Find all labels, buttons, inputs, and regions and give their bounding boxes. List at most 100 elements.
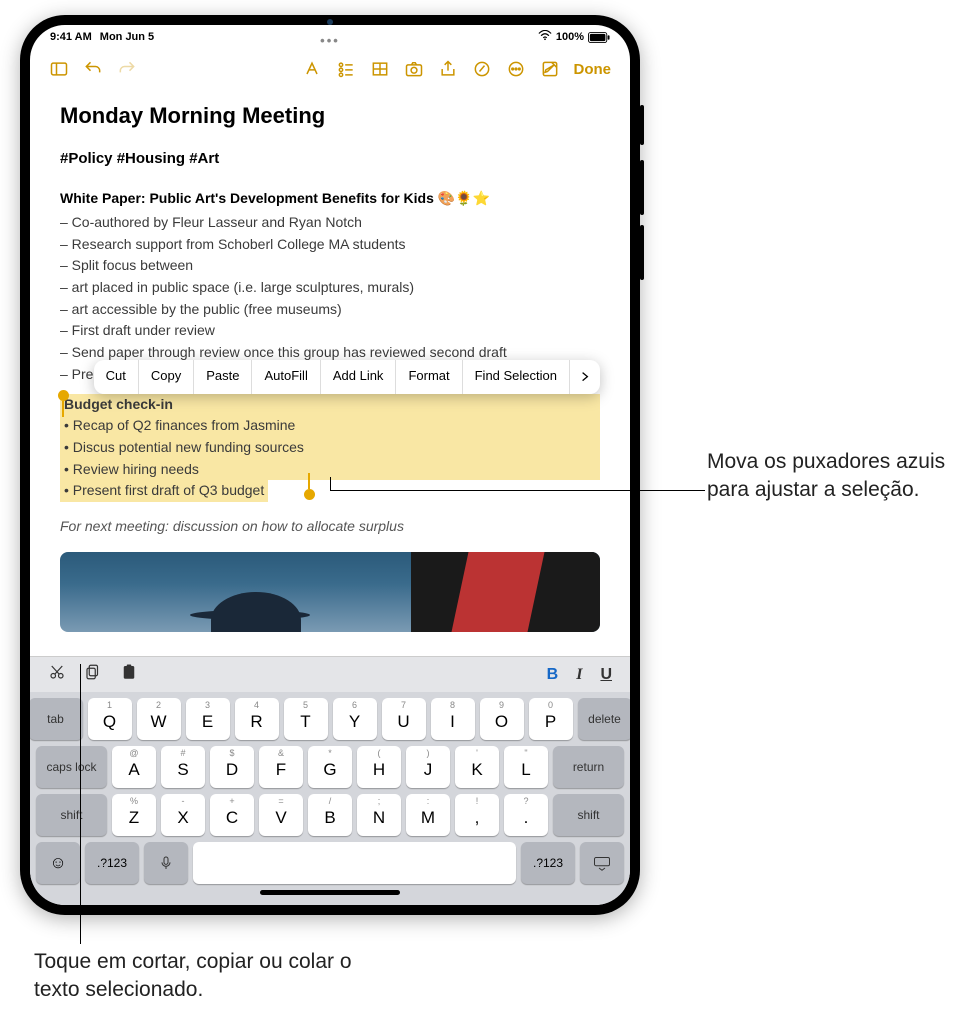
numeric-key[interactable]: .?123 — [85, 842, 139, 884]
status-date: Mon Jun 5 — [100, 31, 154, 43]
key-r[interactable]: 4R — [235, 698, 279, 740]
onscreen-keyboard: tab 1Q2W3E4R5T6Y7U8I9O0Pdelete caps lock… — [30, 692, 630, 905]
key-q[interactable]: 1Q — [88, 698, 132, 740]
multitask-dots-icon[interactable]: ••• — [320, 33, 340, 48]
underline-button[interactable]: U — [600, 666, 612, 684]
share-icon[interactable] — [434, 55, 462, 83]
dictation-key[interactable] — [144, 842, 188, 884]
space-key[interactable] — [193, 842, 516, 884]
key-p[interactable]: 0P — [529, 698, 573, 740]
key-d[interactable]: $D — [210, 746, 254, 788]
compose-icon[interactable] — [536, 55, 564, 83]
selected-bullet[interactable]: • Recap of Q2 finances from Jasmine — [60, 415, 600, 437]
format-menu-item[interactable]: Format — [396, 360, 462, 394]
selected-bullet[interactable]: • Present first draft of Q3 budget — [60, 480, 268, 502]
subhead-emoji: 🎨🌻⭐ — [438, 190, 490, 206]
key-h[interactable]: (H — [357, 746, 401, 788]
note-line[interactable]: – Split focus between — [60, 255, 600, 277]
key-z[interactable]: %Z — [112, 794, 156, 836]
note-title[interactable]: Monday Morning Meeting — [60, 99, 600, 133]
status-bar: 9:41 AM Mon Jun 5 ••• 100% — [30, 25, 630, 49]
key-u[interactable]: 7U — [382, 698, 426, 740]
done-button[interactable]: Done — [570, 61, 616, 78]
key-i[interactable]: 8I — [431, 698, 475, 740]
redo-icon[interactable] — [113, 55, 141, 83]
key-s[interactable]: #S — [161, 746, 205, 788]
numeric-key-right[interactable]: .?123 — [521, 842, 575, 884]
key-v[interactable]: =V — [259, 794, 303, 836]
note-line[interactable]: – First draft under review — [60, 320, 600, 342]
power-button[interactable] — [640, 105, 644, 145]
key-a[interactable]: @A — [112, 746, 156, 788]
selected-heading[interactable]: Budget check-in — [60, 394, 600, 416]
key-f[interactable]: &F — [259, 746, 303, 788]
key-n[interactable]: ;N — [357, 794, 401, 836]
key-k[interactable]: 'K — [455, 746, 499, 788]
capslock-key[interactable]: caps lock — [36, 746, 107, 788]
key-x[interactable]: -X — [161, 794, 205, 836]
shift-key[interactable]: shift — [36, 794, 107, 836]
note-line[interactable]: – art placed in public space (i.e. large… — [60, 277, 600, 299]
selection-end-handle[interactable] — [304, 489, 315, 500]
home-indicator[interactable] — [260, 890, 400, 895]
checklist-icon[interactable] — [332, 55, 360, 83]
key-y[interactable]: 6Y — [333, 698, 377, 740]
italic-button[interactable]: I — [576, 666, 582, 684]
edit-context-menu: Cut Copy Paste AutoFill Add Link Format … — [94, 360, 600, 394]
menu-more-arrow-icon[interactable] — [570, 371, 600, 382]
callout-leader-line — [330, 477, 331, 491]
tab-key[interactable]: tab — [30, 698, 83, 740]
paste-menu-item[interactable]: Paste — [194, 360, 252, 394]
markup-icon[interactable] — [468, 55, 496, 83]
key-,[interactable]: !, — [455, 794, 499, 836]
return-key[interactable]: return — [553, 746, 624, 788]
key-.[interactable]: ?. — [504, 794, 548, 836]
cut-icon[interactable] — [48, 663, 66, 686]
key-w[interactable]: 2W — [137, 698, 181, 740]
note-italic-line[interactable]: For next meeting: discussion on how to a… — [60, 516, 600, 538]
autofill-menu-item[interactable]: AutoFill — [252, 360, 320, 394]
selected-bullet[interactable]: • Discus potential new funding sources — [60, 437, 600, 459]
key-m[interactable]: :M — [406, 794, 450, 836]
note-tags[interactable]: #Policy #Housing #Art — [60, 147, 600, 170]
note-line[interactable]: – art accessible by the public (free mus… — [60, 299, 600, 321]
key-j[interactable]: )J — [406, 746, 450, 788]
shift-key-right[interactable]: shift — [553, 794, 624, 836]
text-format-icon[interactable] — [298, 55, 326, 83]
find-selection-menu-item[interactable]: Find Selection — [463, 360, 570, 394]
notes-toolbar: Done — [30, 49, 630, 89]
key-t[interactable]: 5T — [284, 698, 328, 740]
undo-icon[interactable] — [79, 55, 107, 83]
bold-button[interactable]: B — [547, 666, 559, 684]
note-attached-photo[interactable] — [60, 552, 600, 632]
paste-icon[interactable] — [120, 663, 138, 686]
selection-start-handle[interactable] — [58, 390, 69, 401]
hide-keyboard-key[interactable] — [580, 842, 624, 884]
ipad-screen: 9:41 AM Mon Jun 5 ••• 100% — [30, 25, 630, 905]
volume-down-button[interactable] — [640, 225, 644, 280]
note-line[interactable]: – Co-authored by Fleur Lasseur and Ryan … — [60, 212, 600, 234]
key-g[interactable]: *G — [308, 746, 352, 788]
sidebar-toggle-icon[interactable] — [45, 55, 73, 83]
subhead-text: White Paper: Public Art's Development Be… — [60, 190, 434, 206]
status-time: 9:41 AM — [50, 31, 92, 43]
copy-icon[interactable] — [84, 663, 102, 686]
callout-leader-line — [80, 664, 81, 944]
key-o[interactable]: 9O — [480, 698, 524, 740]
key-l[interactable]: "L — [504, 746, 548, 788]
note-line[interactable]: – Research support from Schoberl College… — [60, 234, 600, 256]
note-body[interactable]: Monday Morning Meeting #Policy #Housing … — [30, 89, 630, 642]
key-b[interactable]: /B — [308, 794, 352, 836]
table-icon[interactable] — [366, 55, 394, 83]
camera-icon[interactable] — [400, 55, 428, 83]
emoji-key[interactable]: ☺ — [36, 842, 80, 884]
volume-up-button[interactable] — [640, 160, 644, 215]
copy-menu-item[interactable]: Copy — [139, 360, 194, 394]
add-link-menu-item[interactable]: Add Link — [321, 360, 397, 394]
key-e[interactable]: 3E — [186, 698, 230, 740]
delete-key[interactable]: delete — [578, 698, 631, 740]
cut-menu-item[interactable]: Cut — [94, 360, 139, 394]
more-icon[interactable] — [502, 55, 530, 83]
note-subheading[interactable]: White Paper: Public Art's Development Be… — [60, 188, 600, 210]
key-c[interactable]: +C — [210, 794, 254, 836]
